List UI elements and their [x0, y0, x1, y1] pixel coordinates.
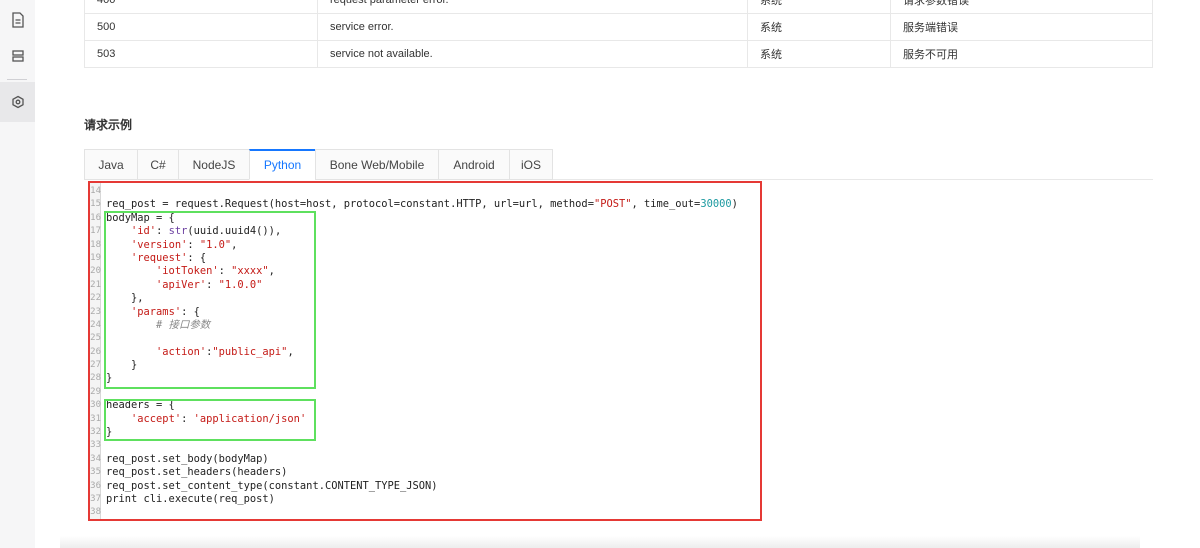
line-number: 17 [90, 226, 101, 237]
line-number: 18 [90, 239, 101, 250]
code-text: req_post.set_body(bodyMap) [106, 452, 269, 465]
table-row: 500 service error. 系统 服务端错误 [84, 13, 1153, 41]
code-text: req_post.set_content_type(constant.CONTE… [106, 479, 438, 492]
rail-item-settings[interactable] [0, 82, 35, 122]
line-number: 20 [90, 266, 101, 277]
line-number: 21 [90, 279, 101, 290]
code-line: 15 req_post = request.Request(host=host, … [90, 198, 760, 211]
code-line: 38 [90, 506, 760, 519]
line-number: 31 [90, 413, 101, 424]
tab-ios[interactable]: iOS [509, 149, 553, 180]
table-cell-type: 系统 [747, 13, 891, 41]
line-number: 24 [90, 319, 101, 330]
tab-bone-web-mobile[interactable]: Bone Web/Mobile [315, 149, 438, 180]
line-number: 35 [90, 467, 101, 478]
line-number: 30 [90, 400, 101, 411]
table-cell-description: 请求参数错误 [890, 0, 1153, 14]
line-number: 37 [90, 493, 101, 504]
settings-hex-icon [11, 95, 24, 109]
line-number: 32 [90, 427, 101, 438]
line-number: 34 [90, 453, 101, 464]
tab-android[interactable]: Android [438, 149, 509, 180]
line-number: 23 [90, 306, 101, 317]
table-cell-message: service not available. [317, 40, 748, 68]
line-number: 27 [90, 360, 101, 371]
line-number: 15 [90, 199, 101, 210]
tab-csharp[interactable]: C# [137, 149, 178, 180]
tab-python[interactable]: Python [249, 149, 315, 180]
document-icon [11, 12, 24, 28]
line-number: 38 [90, 507, 101, 518]
line-number: 22 [90, 293, 101, 304]
table-cell-code: 400 [84, 0, 318, 14]
line-number: 36 [90, 480, 101, 491]
language-tabs: Java C# NodeJS Python Bone Web/Mobile An… [84, 149, 553, 180]
tabs-baseline [553, 179, 1153, 180]
code-line: 34 req_post.set_body(bodyMap) [90, 453, 760, 466]
code-line: 35 req_post.set_headers(headers) [90, 466, 760, 479]
table-cell-description: 服务不可用 [890, 40, 1153, 68]
headers-highlight [104, 399, 316, 441]
rail-divider [7, 79, 27, 80]
layers-icon [11, 50, 24, 62]
left-icon-rail [0, 0, 35, 548]
code-text: print cli.execute(req_post) [106, 492, 275, 505]
body-map-highlight [104, 211, 316, 389]
table-cell-type: 系统 [747, 0, 891, 14]
section-title: 请求示例 [84, 118, 133, 132]
table-cell-code: 500 [84, 13, 318, 41]
line-number: 26 [90, 346, 101, 357]
code-line: 37 print cli.execute(req_post) [90, 493, 760, 506]
bottom-shadow [60, 536, 1140, 548]
code-line: 14 [90, 185, 760, 198]
code-sample-panel[interactable]: 14 15 req_post = request.Request(host=host… [88, 181, 762, 521]
rail-item-layers[interactable] [0, 36, 35, 76]
line-number: 29 [90, 386, 101, 397]
error-code-table: 400 request parameter error. 系统 请求参数错误 500 se… [84, 0, 1153, 68]
line-number: 16 [90, 212, 101, 223]
code-text: req_post = request.Request(host=host, pr… [106, 198, 738, 211]
tab-java[interactable]: Java [84, 149, 137, 180]
table-cell-type: 系统 [747, 40, 891, 68]
rail-item-document[interactable] [0, 0, 35, 40]
line-number: 14 [90, 186, 101, 196]
code-text: req_post.set_headers(headers) [106, 466, 288, 479]
tab-nodejs[interactable]: NodeJS [178, 149, 249, 180]
code-line: 33 [90, 439, 760, 452]
table-cell-message: service error. [317, 13, 748, 41]
table-row: 400 request parameter error. 系统 请求参数错误 [84, 0, 1153, 14]
table-cell-message: request parameter error. [317, 0, 748, 14]
line-number: 19 [90, 252, 101, 263]
line-number: 28 [90, 373, 101, 384]
line-number: 25 [90, 333, 101, 344]
code-line: 36 req_post.set_content_type(constant.CON… [90, 480, 760, 493]
table-cell-code: 503 [84, 40, 318, 68]
table-cell-description: 服务端错误 [890, 13, 1153, 41]
table-row: 503 service not available. 系统 服务不可用 [84, 40, 1153, 68]
line-number: 33 [90, 440, 101, 451]
